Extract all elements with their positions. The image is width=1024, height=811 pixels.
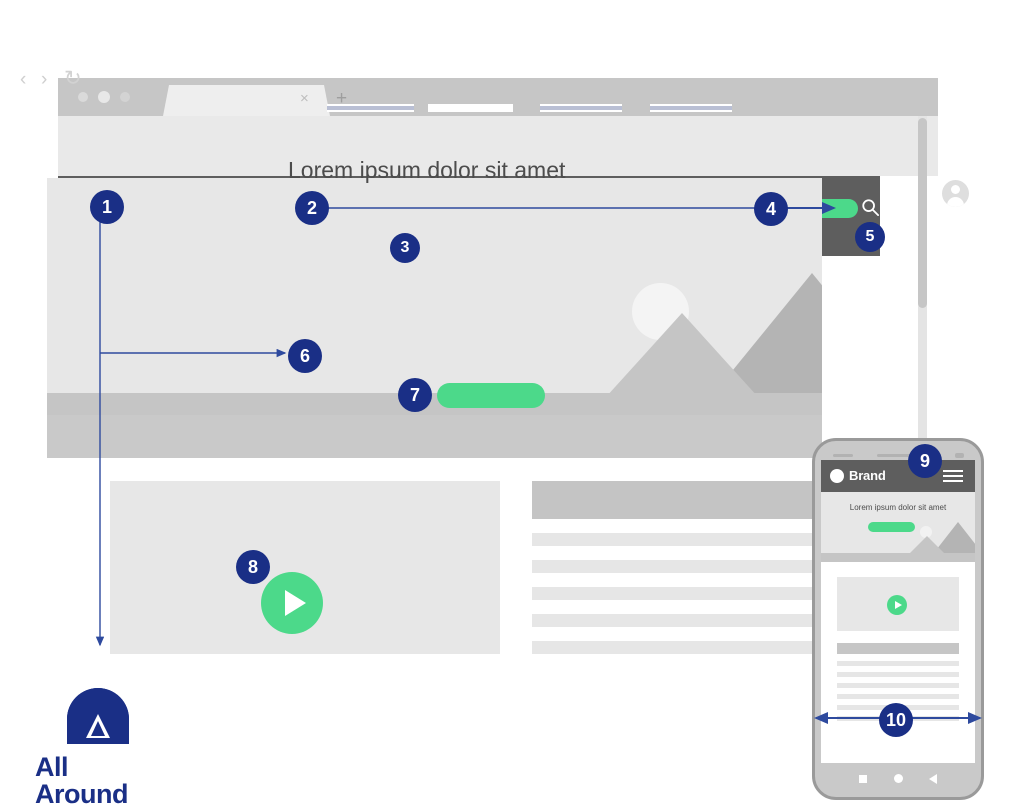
callout-marker-1[interactable]: 1 [90, 190, 124, 224]
callout-marker-3[interactable]: 3 [390, 233, 420, 263]
callout-marker-5[interactable]: 5 [855, 222, 885, 252]
callout-marker-7[interactable]: 7 [398, 378, 432, 412]
wireframe-composition: ⚲ ‹ › ↻ × + Brand Lorem ipsum dolor sit … [0, 0, 1024, 811]
callout-marker-2[interactable]: 2 [295, 191, 329, 225]
callout-marker-10[interactable]: 10 [879, 703, 913, 737]
callout-marker-4[interactable]: 4 [754, 192, 788, 226]
callout-marker-6[interactable]: 6 [288, 339, 322, 373]
leader-lines [95, 202, 982, 724]
callout-marker-9[interactable]: 9 [908, 444, 942, 478]
callout-marker-8[interactable]: 8 [236, 550, 270, 584]
